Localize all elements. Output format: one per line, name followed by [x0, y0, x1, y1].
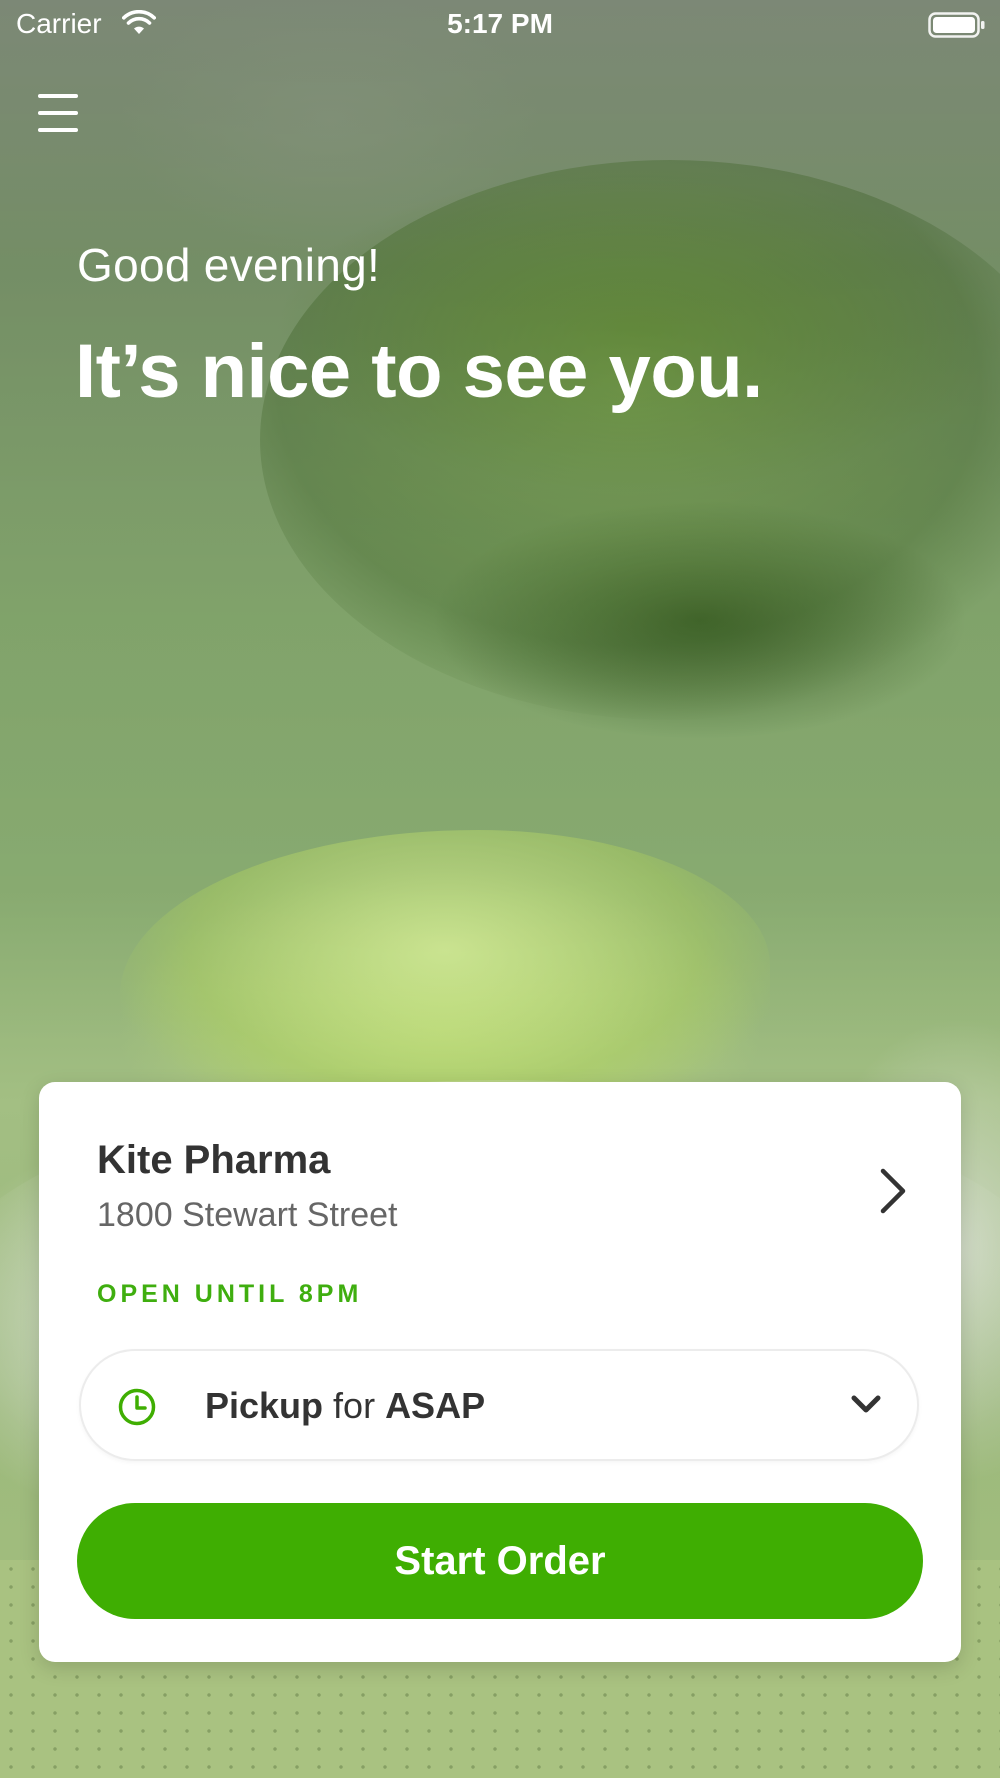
- start-order-button[interactable]: Start Order: [77, 1503, 923, 1619]
- store-hours-status: OPEN UNTIL 8PM: [97, 1280, 363, 1308]
- order-time: ASAP: [385, 1385, 486, 1426]
- store-card: Kite Pharma 1800 Stewart Street OPEN UNT…: [39, 1082, 961, 1662]
- clock-icon: [118, 1388, 156, 1431]
- hamburger-menu-icon[interactable]: [38, 94, 78, 132]
- store-address: 1800 Stewart Street: [97, 1196, 398, 1234]
- order-mode: Pickup: [205, 1385, 324, 1426]
- pickup-time-dropdown[interactable]: Pickup for ASAP: [79, 1349, 919, 1461]
- headline-text: It’s nice to see you.: [75, 329, 763, 414]
- status-bar: Carrier 5:17 PM: [0, 0, 1000, 50]
- store-name: Kite Pharma: [97, 1138, 331, 1182]
- chevron-right-icon: [879, 1168, 907, 1219]
- chevron-down-icon: [851, 1395, 881, 1420]
- store-selector[interactable]: Kite Pharma 1800 Stewart Street: [97, 1138, 907, 1258]
- greeting-text: Good evening!: [77, 239, 381, 291]
- battery-icon: [928, 12, 986, 45]
- pickup-summary: Pickup for ASAP: [205, 1385, 485, 1427]
- status-time: 5:17 PM: [447, 8, 553, 39]
- order-connector: for: [323, 1385, 386, 1426]
